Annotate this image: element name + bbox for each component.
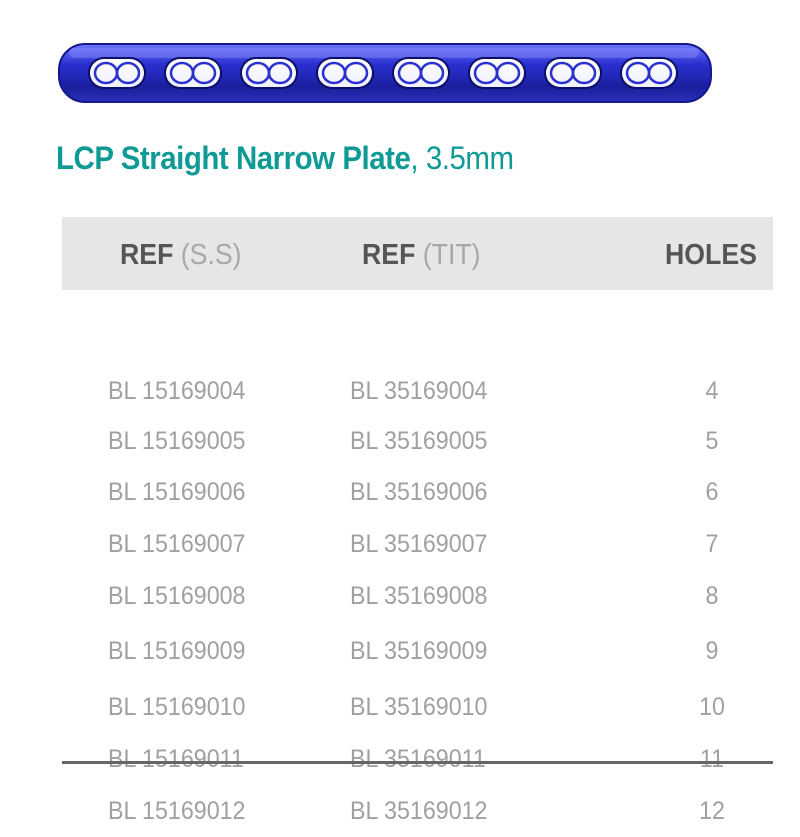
holes-cell: 5 [705, 427, 719, 455]
ref-tit-cell: BL 35169005 [350, 427, 488, 455]
holes-cell: 8 [705, 582, 719, 610]
ref-ss-cell: BL 15169009 [108, 637, 246, 665]
header-ref-ss: REF (S.S) [120, 239, 242, 271]
ref-tit-cell: BL 35169007 [350, 530, 488, 558]
ref-ss-cell: BL 15169010 [108, 693, 246, 721]
table-row: BL 15169007 BL 35169007 7 [62, 530, 773, 570]
ref-tit-cell: BL 35169011 [350, 745, 486, 773]
bone-plate-image [55, 38, 715, 108]
product-title: LCP Straight Narrow Plate, 3.5mm [56, 140, 514, 177]
header-holes: HOLES [665, 239, 757, 271]
table-row: BL 15169012 BL 35169012 12 [62, 797, 773, 837]
product-title-size: , 3.5mm [410, 140, 514, 176]
table-row: BL 15169010 BL 35169010 10 [62, 693, 773, 733]
holes-cell: 4 [705, 377, 719, 405]
plate-hole [164, 57, 222, 89]
plate-hole [468, 57, 526, 89]
holes-cell: 6 [705, 478, 719, 506]
table-row: BL 15169005 BL 35169005 5 [62, 427, 773, 467]
ref-tit-cell: BL 35169010 [350, 693, 488, 721]
table-header: REF (S.S) REF (TIT) HOLES [62, 217, 773, 290]
ref-ss-cell: BL 15169008 [108, 582, 246, 610]
holes-cell: 10 [699, 693, 725, 721]
ref-tit-cell: BL 35169004 [350, 377, 488, 405]
ref-ss-cell: BL 15169006 [108, 478, 246, 506]
holes-cell: 9 [705, 637, 719, 665]
table-row: BL 15169004 BL 35169004 4 [62, 377, 773, 417]
plate-hole [392, 57, 450, 89]
table-bottom-rule [62, 761, 773, 764]
header-ref-tit: REF (TIT) [362, 239, 481, 271]
ref-ss-cell: BL 15169005 [108, 427, 246, 455]
table-row: BL 15169008 BL 35169008 8 [62, 582, 773, 622]
plate-hole [620, 57, 678, 89]
ref-tit-cell: BL 35169008 [350, 582, 488, 610]
ref-tit-cell: BL 35169009 [350, 637, 488, 665]
plate-hole [544, 57, 602, 89]
table-row: BL 15169011 BL 35169011 11 [62, 745, 773, 785]
product-title-bold: LCP Straight Narrow Plate [56, 140, 411, 176]
plate-hole [240, 57, 298, 89]
ref-ss-cell: BL 15169004 [108, 377, 246, 405]
plate-hole [88, 57, 146, 89]
ref-tit-cell: BL 35169006 [350, 478, 488, 506]
ref-ss-cell: BL 15169007 [108, 530, 246, 558]
ref-ss-cell: BL 15169011 [108, 745, 244, 773]
holes-cell: 12 [699, 797, 725, 825]
table-row: BL 15169006 BL 35169006 6 [62, 478, 773, 518]
ref-tit-cell: BL 35169012 [350, 797, 488, 825]
holes-cell: 7 [705, 530, 719, 558]
holes-cell: 11 [699, 745, 725, 773]
table-row: BL 15169009 BL 35169009 9 [62, 637, 773, 677]
product-table: REF (S.S) REF (TIT) HOLES BL 15169004 BL … [62, 217, 773, 825]
plate-hole [316, 57, 374, 89]
ref-ss-cell: BL 15169012 [108, 797, 246, 825]
